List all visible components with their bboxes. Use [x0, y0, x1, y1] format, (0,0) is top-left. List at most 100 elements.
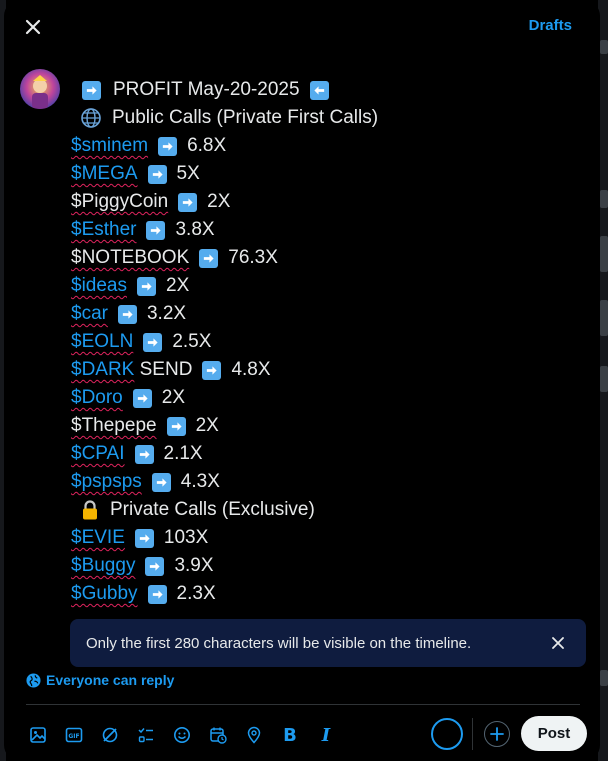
multiplier-text: 2X	[166, 275, 190, 296]
ticker-suffix: SEND	[134, 359, 193, 380]
poll-icon	[138, 728, 153, 743]
italic-icon: I	[321, 724, 331, 746]
ticker-text[interactable]: $Buggy	[71, 552, 135, 580]
ticker-text[interactable]: $MEGA	[71, 160, 138, 188]
multiplier-text: 2.1X	[163, 443, 203, 464]
call-row: $sminem 6.8X	[70, 132, 590, 160]
call-row: $EVIE 103X	[70, 524, 590, 552]
multiplier-text: 2X	[161, 387, 185, 408]
ticker-text[interactable]: $Esther	[71, 216, 136, 244]
schedule-icon	[210, 727, 227, 744]
ticker-text[interactable]: $CPAI	[71, 440, 125, 468]
multiplier-text: 4.8X	[231, 359, 271, 380]
left-arrow-icon	[309, 80, 329, 100]
right-arrow-icon	[82, 80, 101, 100]
right-arrow-icon	[146, 220, 166, 240]
call-row: $car 3.2X	[70, 300, 590, 328]
call-row: $MEGA 5X	[70, 160, 590, 188]
call-row: $NOTEBOOK 76.3X	[70, 244, 590, 272]
call-row: $pspsps 4.3X	[70, 468, 590, 496]
call-row: $CPAI 2.1X	[70, 440, 590, 468]
right-arrow-icon	[147, 164, 167, 184]
right-arrow-icon	[202, 360, 222, 380]
call-row: $EOLN 2.5X	[70, 328, 590, 356]
gif-icon: GIF	[65, 727, 83, 743]
bold-icon: B	[283, 724, 297, 746]
media-button[interactable]	[20, 718, 56, 752]
ticker-text: $PiggyCoin	[71, 191, 169, 212]
image-icon	[30, 727, 46, 743]
ticker-text[interactable]: $car	[71, 300, 108, 328]
multiplier-text: 2X	[207, 191, 231, 212]
private-header-line: Private Calls (Exclusive)	[70, 496, 590, 524]
ticker-text: $NOTEBOOK	[71, 247, 190, 268]
multiplier-text: 6.8X	[187, 135, 227, 156]
right-arrow-icon	[199, 248, 219, 268]
toolbar-separator	[472, 718, 473, 750]
right-arrow-icon	[137, 276, 156, 296]
ticker-text[interactable]: $EOLN	[71, 328, 133, 356]
ticker-text[interactable]: $sminem	[71, 132, 148, 160]
ticker-text[interactable]: $EVIE	[71, 524, 125, 552]
post-editor[interactable]: PROFIT May-20-2025 Public Calls (Private…	[70, 76, 590, 608]
right-arrow-icon	[134, 528, 154, 548]
character-counter-ring	[431, 718, 463, 750]
italic-button[interactable]: I	[308, 718, 344, 752]
right-arrow-icon	[117, 304, 137, 324]
lock-icon	[80, 499, 100, 521]
ticker-text[interactable]: $Gubby	[71, 580, 138, 608]
toolbar-divider	[26, 704, 580, 705]
public-header-line: Public Calls (Private First Calls)	[70, 104, 590, 132]
public-header-text: Public Calls (Private First Calls)	[112, 107, 379, 128]
emoji-button[interactable]	[164, 718, 200, 752]
multiplier-text: 4.3X	[180, 471, 220, 492]
post-button[interactable]: Post	[521, 716, 587, 751]
globe-icon	[80, 107, 102, 129]
private-header-text: Private Calls (Exclusive)	[110, 499, 315, 520]
title-text: PROFIT May-20-2025	[113, 79, 300, 100]
grok-icon	[102, 727, 118, 743]
multiplier-text: 3.9X	[174, 555, 214, 576]
add-post-button[interactable]	[484, 721, 510, 747]
multiplier-text: 5X	[176, 163, 200, 184]
multiplier-text: 2.5X	[172, 331, 212, 352]
drafts-button[interactable]: Drafts	[529, 17, 572, 34]
call-row: $DARK SEND 4.8X	[70, 356, 590, 384]
multiplier-text: 2X	[195, 415, 219, 436]
right-arrow-icon	[151, 472, 171, 492]
right-arrow-icon	[134, 444, 154, 464]
schedule-button[interactable]	[200, 718, 236, 752]
ticker-text[interactable]: $Doro	[71, 384, 123, 412]
bold-button[interactable]: B	[272, 718, 308, 752]
ticker-text[interactable]: $ideas	[71, 272, 127, 300]
globe-icon	[26, 672, 41, 688]
title-line: PROFIT May-20-2025	[70, 76, 590, 104]
poll-button[interactable]	[128, 718, 164, 752]
notice-text: Only the first 280 characters will be vi…	[86, 634, 472, 652]
avatar[interactable]	[20, 69, 60, 109]
character-limit-notice: Only the first 280 characters will be vi…	[70, 619, 586, 667]
emoji-icon	[174, 727, 190, 743]
call-row: $Thepepe 2X	[70, 412, 590, 440]
ticker-text[interactable]: $pspsps	[71, 468, 142, 496]
multiplier-text: 2.3X	[176, 583, 216, 604]
gif-button[interactable]: GIF	[56, 718, 92, 752]
right-arrow-icon	[158, 136, 178, 156]
ticker-text[interactable]: $DARK	[71, 356, 134, 384]
compose-modal: Drafts PROFIT May-20-2025 Public Calls (…	[4, 0, 600, 761]
close-icon	[552, 637, 564, 649]
location-icon	[247, 726, 261, 744]
reply-setting-button[interactable]: Everyone can reply	[26, 672, 174, 688]
call-row: $Buggy 3.9X	[70, 552, 590, 580]
location-button[interactable]	[236, 718, 272, 752]
call-row: $Doro 2X	[70, 384, 590, 412]
ticker-text: $Thepepe	[71, 415, 157, 436]
grok-button[interactable]	[92, 718, 128, 752]
close-button[interactable]	[16, 10, 50, 44]
compose-toolbar: GIF B I	[20, 718, 344, 752]
call-row: $ideas 2X	[70, 272, 590, 300]
right-arrow-icon	[166, 416, 186, 436]
public-calls-list: $sminem 6.8X $MEGA 5X $PiggyCoin 2X $Esther 3.8…	[70, 132, 590, 496]
svg-text:GIF: GIF	[68, 733, 79, 740]
notice-close-button[interactable]	[548, 633, 568, 653]
